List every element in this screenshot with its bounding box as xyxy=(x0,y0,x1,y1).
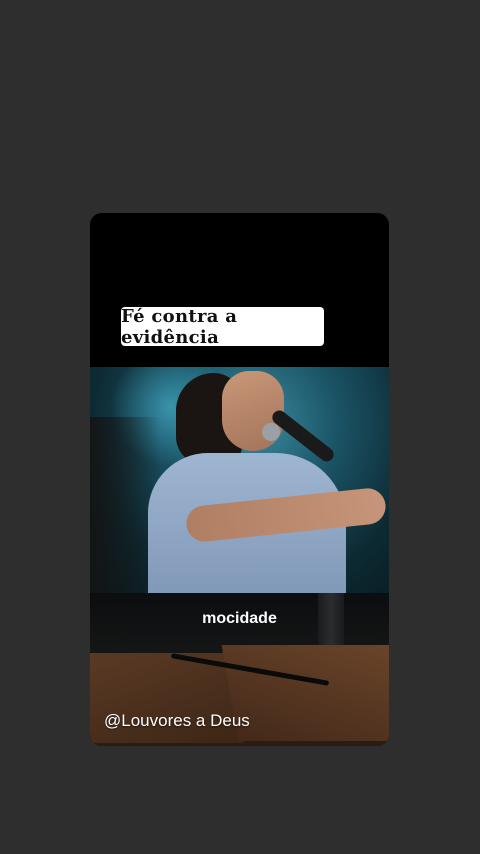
title-caption-box: Fé contra a evidência xyxy=(121,305,324,348)
screen: Fé contra a evidência mocidade @Louvores… xyxy=(0,0,480,854)
video-subtitle: mocidade xyxy=(202,610,277,627)
performer-image xyxy=(90,367,389,593)
video-title: Fé contra a evidência xyxy=(121,305,238,348)
video-story-card[interactable]: Fé contra a evidência mocidade @Louvores… xyxy=(90,213,389,746)
microphone-head xyxy=(262,423,280,441)
channel-watermark: @Louvores a Deus xyxy=(104,711,250,730)
